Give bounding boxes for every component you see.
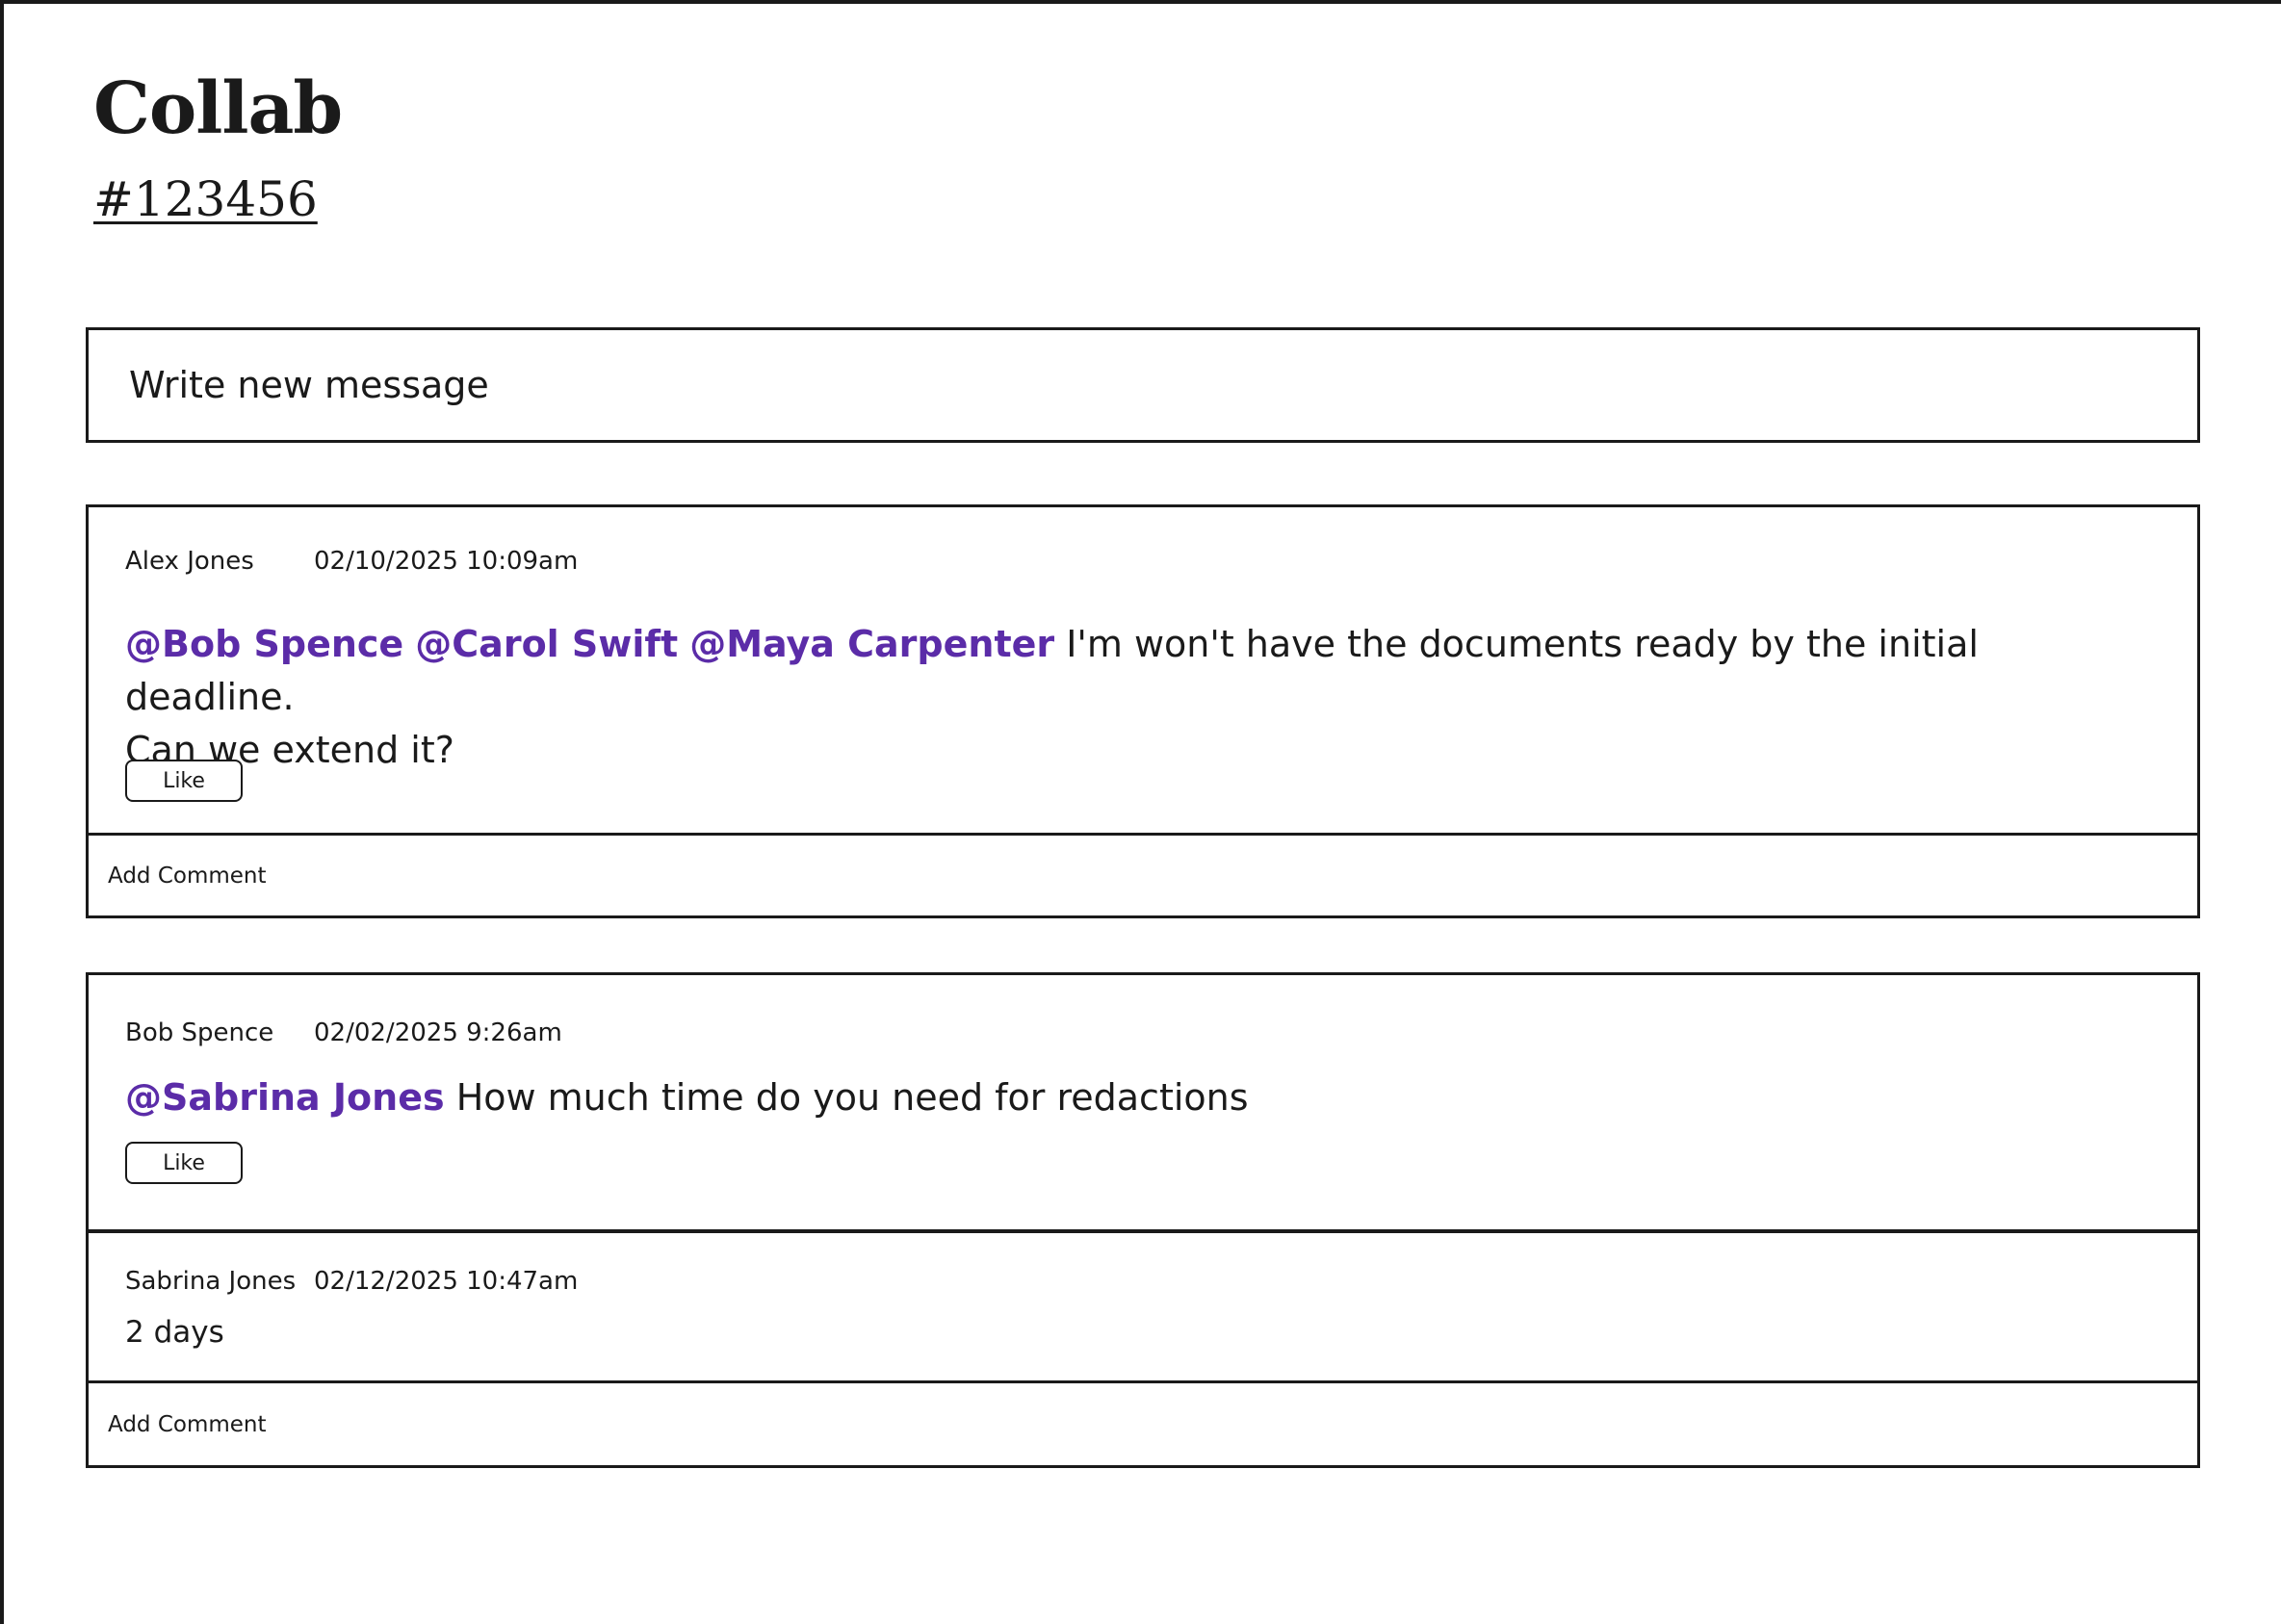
message-text: How much time do you need for redactions bbox=[455, 1076, 1249, 1119]
like-button[interactable]: Like bbox=[125, 760, 243, 802]
new-message-input[interactable]: Write new message bbox=[86, 327, 2200, 443]
message-thread: Alex Jones 02/10/2025 10:09am @Bob Spence… bbox=[86, 504, 2200, 918]
message-thread: Bob Spence 02/02/2025 9:26am @Sabrina Jon… bbox=[86, 972, 2200, 1468]
reply-meta: Sabrina Jones 02/12/2025 10:47am bbox=[125, 1269, 578, 1294]
reply-divider bbox=[89, 1229, 2197, 1233]
message-timestamp: 02/02/2025 9:26am bbox=[314, 1018, 562, 1047]
mention-link[interactable]: @Maya Carpenter bbox=[689, 623, 1054, 665]
window-left-border bbox=[0, 0, 4, 1624]
add-comment-input[interactable]: Add Comment bbox=[89, 1380, 2197, 1465]
message-author: Alex Jones bbox=[125, 547, 254, 576]
add-comment-input[interactable]: Add Comment bbox=[89, 833, 2197, 915]
reply-author: Sabrina Jones bbox=[125, 1267, 297, 1296]
mention-link[interactable]: @Bob Spence bbox=[125, 623, 403, 665]
message-meta: Bob Spence 02/02/2025 9:26am bbox=[125, 1020, 562, 1045]
message-author: Bob Spence bbox=[125, 1018, 274, 1047]
app-title: Collab bbox=[93, 67, 343, 150]
add-comment-placeholder: Add Comment bbox=[108, 863, 267, 889]
new-message-placeholder: Write new message bbox=[129, 364, 489, 406]
message-body: @Bob Spence @Carol Swift @Maya Carpenter… bbox=[125, 618, 2082, 777]
reply-body: 2 days bbox=[125, 1315, 224, 1350]
message-timestamp: 02/10/2025 10:09am bbox=[314, 547, 579, 576]
mention-link[interactable]: @Carol Swift bbox=[415, 623, 678, 665]
add-comment-placeholder: Add Comment bbox=[108, 1411, 267, 1437]
mention-link[interactable]: @Sabrina Jones bbox=[125, 1076, 445, 1119]
message-meta: Alex Jones 02/10/2025 10:09am bbox=[125, 549, 578, 574]
like-button[interactable]: Like bbox=[125, 1142, 243, 1184]
reply-timestamp: 02/12/2025 10:47am bbox=[314, 1267, 579, 1296]
message-body: @Sabrina Jones How much time do you need… bbox=[125, 1071, 2082, 1124]
window-top-border bbox=[0, 0, 2281, 4]
channel-id-link[interactable]: #123456 bbox=[93, 175, 318, 223]
